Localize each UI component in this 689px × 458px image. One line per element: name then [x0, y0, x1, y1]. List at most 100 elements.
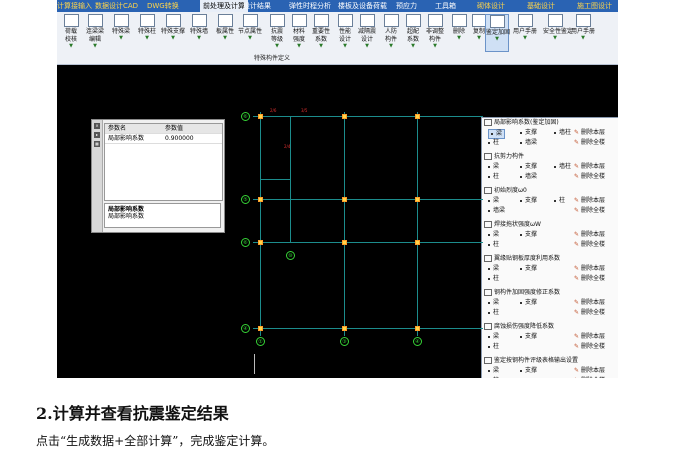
column-node[interactable]	[258, 240, 263, 245]
column-node[interactable]	[258, 114, 263, 119]
delete-building-button[interactable]: ✎删除全楼	[574, 139, 605, 147]
delete-building-button[interactable]: ✎删除全楼	[574, 207, 605, 215]
member-option[interactable]: 支撑	[520, 367, 537, 375]
member-option[interactable]: 支撑	[520, 333, 537, 341]
member-option[interactable]: 柱	[488, 343, 499, 351]
delete-floor-button[interactable]: ✎ 删除本层	[574, 367, 605, 375]
column-node[interactable]	[342, 326, 347, 331]
option-group-title[interactable]: 鉴定按钢构件评级表格输出设置	[484, 357, 578, 365]
member-option[interactable]: 支撑	[520, 231, 537, 239]
isolation-design-button[interactable]: 减隔震 设计 ▼	[355, 14, 379, 52]
delete-building-button[interactable]: ✎删除全楼	[574, 377, 605, 378]
delete-building-button[interactable]: ✎删除全楼	[574, 343, 605, 351]
performance-design-button[interactable]: 性能 设计 ▼	[333, 14, 357, 52]
seismic-grade-button[interactable]: 抗震 等级 ▼	[265, 14, 289, 52]
menu-item[interactable]: 设计结果	[243, 0, 271, 12]
delete-building-button[interactable]: ✎删除全楼	[574, 275, 605, 283]
special-wall-button[interactable]: 特殊墙 ▼	[187, 14, 211, 52]
option-group-title[interactable]: 腐蚀损伤强度降低系数	[484, 323, 554, 331]
member-option[interactable]: 墙梁	[488, 207, 505, 215]
special-beam-button[interactable]: 特殊梁 ▼	[109, 14, 133, 52]
member-option[interactable]: 柱	[488, 173, 499, 181]
over-reinforce-button[interactable]: 超配 系数 ▼	[401, 14, 425, 52]
member-option[interactable]: 墙梁	[520, 173, 537, 181]
option-group-title[interactable]: 局部影响系数(鉴定加固)	[484, 119, 559, 127]
member-option[interactable]: 墙梁	[520, 139, 537, 147]
option-group-title[interactable]: 初始烈度ω0	[484, 187, 527, 195]
parameter-dialog[interactable]: × ▸ ▦ 参数名 参数值 局部影响系数 0.900000 局部影响系数 局部影响系…	[91, 119, 225, 233]
member-option[interactable]: 支撑	[520, 265, 537, 273]
grid-icon[interactable]: ▦	[94, 141, 100, 147]
member-option[interactable]: 柱	[488, 377, 499, 378]
member-option[interactable]: 墙柱	[554, 163, 571, 171]
column-node[interactable]	[342, 114, 347, 119]
menu-item[interactable]: 基础设计	[527, 0, 555, 12]
non-adjust-button[interactable]: 非调整 构件 ▼	[423, 14, 447, 52]
member-option[interactable]: 柱	[488, 275, 499, 283]
delete-floor-button[interactable]: ✎ 删除本层	[574, 231, 605, 239]
delete-building-button[interactable]: ✎删除全楼	[574, 309, 605, 317]
dock-icon[interactable]: ▸	[94, 132, 100, 138]
load-check-button[interactable]: 荷载 校核 ▼	[59, 14, 83, 52]
delete-floor-button[interactable]: ✎ 删除本层	[574, 197, 605, 205]
cad-canvas[interactable]: × ▸ ▦ 参数名 参数值 局部影响系数 0.900000 局部影响系数 局部影响系…	[57, 64, 618, 378]
civil-defense-button[interactable]: 人防 构件 ▼	[379, 14, 403, 52]
column-node[interactable]	[415, 240, 420, 245]
option-group-title[interactable]: 焊接拖状强度ωW	[484, 221, 541, 229]
option-group-title[interactable]: 翼缘贴钢板厚度利用系数	[484, 255, 560, 263]
manual-button[interactable]: 用户手册 ▼	[571, 14, 595, 52]
member-option[interactable]: 支撑	[520, 299, 537, 307]
manual-button[interactable]: 用户手册 ▼	[513, 14, 537, 52]
member-option[interactable]: 梁	[488, 265, 499, 273]
member-option[interactable]: 梁	[488, 299, 499, 307]
menu-item[interactable]: 砌体设计	[477, 0, 505, 12]
pin-icon[interactable]: ×	[94, 123, 100, 129]
table-row[interactable]: 局部影响系数 0.900000	[105, 134, 222, 144]
member-option[interactable]: 柱	[554, 197, 565, 205]
column-node[interactable]	[415, 326, 420, 331]
column-node[interactable]	[342, 197, 347, 202]
menu-item[interactable]: 前处理及计算	[200, 0, 248, 12]
special-column-button[interactable]: 特殊柱 ▼	[135, 14, 159, 52]
menu-item[interactable]: DWG转换	[147, 0, 179, 12]
member-option[interactable]: 梁	[488, 231, 499, 239]
member-option[interactable]: 梁	[488, 333, 499, 341]
member-option[interactable]: 梁	[488, 163, 499, 171]
member-option[interactable]: 梁	[488, 129, 506, 139]
delete-floor-button[interactable]: ✎ 删除本层	[574, 129, 605, 137]
option-group-title[interactable]: 钢构件加固强度修正系数	[484, 289, 560, 297]
column-node[interactable]	[258, 326, 263, 331]
member-option[interactable]: 墙柱	[554, 129, 571, 137]
material-strength-button[interactable]: 材料 强度 ▼	[287, 14, 311, 52]
delete-building-button[interactable]: ✎删除全楼	[574, 173, 605, 181]
column-node[interactable]	[342, 240, 347, 245]
menu-item[interactable]: 工具箱	[435, 0, 456, 12]
member-option[interactable]: 支撑	[520, 163, 537, 171]
menu-item[interactable]: 数据设计CAD	[95, 0, 138, 12]
delete-floor-button[interactable]: ✎ 删除本层	[574, 299, 605, 307]
menu-item[interactable]: 弹性时程分析	[289, 0, 331, 12]
menu-item[interactable]: 施工图设计	[577, 0, 612, 12]
menu-item[interactable]: 预应力	[396, 0, 417, 12]
column-node[interactable]	[415, 114, 420, 119]
importance-factor-button[interactable]: 重要性 系数 ▼	[309, 14, 333, 52]
member-option[interactable]: 柱	[488, 241, 499, 249]
coupling-beam-button[interactable]: 连梁梁 编辑 ▼	[83, 14, 107, 52]
member-option[interactable]: 梁	[488, 197, 499, 205]
delete-floor-button[interactable]: ✎ 删除本层	[574, 163, 605, 171]
member-option[interactable]: 支撑	[520, 197, 537, 205]
delete-building-button[interactable]: ✎删除全楼	[574, 241, 605, 249]
member-option[interactable]: 支撑	[520, 129, 537, 137]
safety-appraisal-button[interactable]: 安全性鉴定 ▼	[543, 14, 573, 52]
delete-floor-button[interactable]: ✎ 删除本层	[574, 265, 605, 273]
delete-floor-button[interactable]: ✎ 删除本层	[574, 333, 605, 341]
column-node[interactable]	[258, 197, 263, 202]
special-brace-button[interactable]: 特殊支撑 ▼	[161, 14, 185, 52]
slab-property-button[interactable]: 板属性 ▼	[213, 14, 237, 52]
menu-item[interactable]: 计算接输入	[57, 0, 92, 12]
member-option[interactable]: 梁	[488, 367, 499, 375]
option-group-title[interactable]: 抗剪力构件	[484, 153, 524, 161]
node-property-button[interactable]: 节点属性 ▼	[238, 14, 262, 52]
member-option[interactable]: 柱	[488, 309, 499, 317]
menu-item[interactable]: 楼板及设备荷载	[338, 0, 387, 12]
